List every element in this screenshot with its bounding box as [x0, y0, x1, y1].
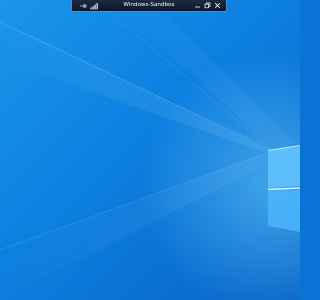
pin-icon[interactable] — [78, 1, 87, 10]
sandbox-connection-bar[interactable]: Windows-Sandbox — [71, 0, 227, 12]
sandbox-desktop: Windows-Sandbox — [0, 0, 300, 300]
close-icon[interactable] — [213, 1, 222, 11]
desktop-wallpaper — [0, 0, 300, 300]
minimize-icon[interactable] — [193, 1, 202, 11]
window-controls — [192, 0, 222, 11]
signal-bars-icon[interactable] — [90, 2, 98, 10]
restore-icon[interactable] — [203, 1, 212, 11]
